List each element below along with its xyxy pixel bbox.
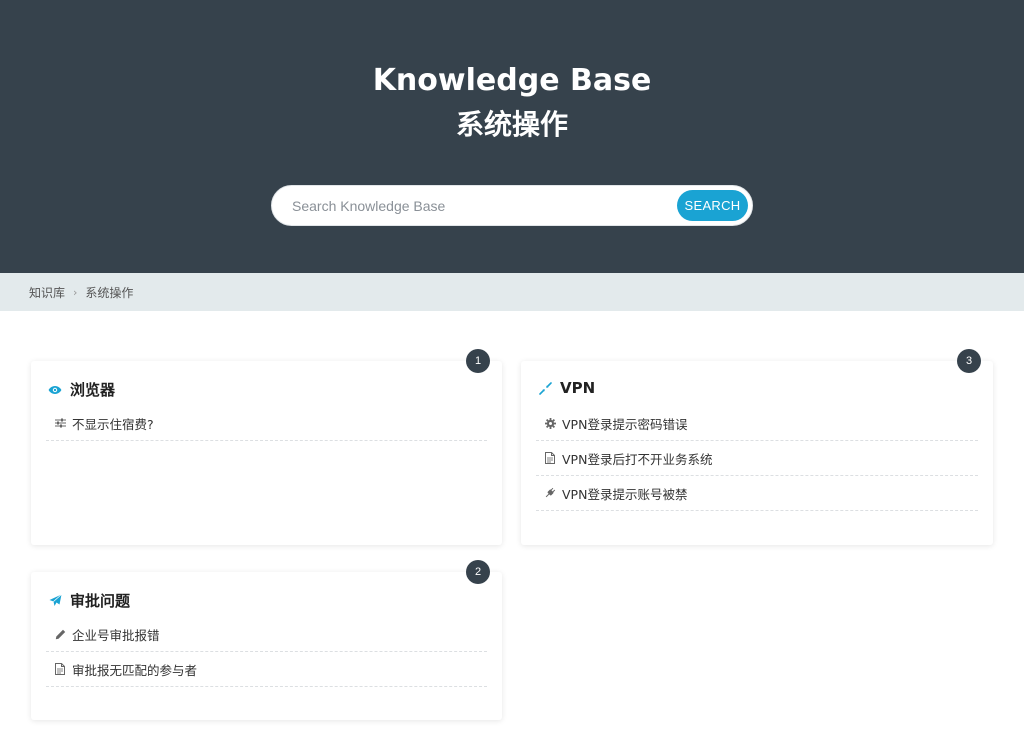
plug-icon — [544, 487, 556, 499]
search-input[interactable] — [292, 195, 672, 217]
article-title: VPN登录提示密码错误 — [562, 416, 688, 432]
article-title: 审批报无匹配的参与者 — [72, 662, 198, 678]
sliders-icon — [54, 417, 66, 429]
article-count-badge: 2 — [466, 560, 490, 584]
category-title-link[interactable]: VPN — [560, 379, 595, 397]
breadcrumb-root-link[interactable]: 知识库 — [29, 284, 65, 301]
article-title: VPN登录后打不开业务系统 — [562, 451, 713, 467]
article-item[interactable]: 企业号审批报错 — [46, 617, 487, 652]
article-item[interactable]: VPN登录后打不开业务系统 — [536, 441, 978, 476]
hero-banner: Knowledge Base 系统操作 SEARCH — [0, 0, 1024, 273]
page-title: Knowledge Base — [372, 63, 652, 98]
article-list: 不显示住宿费? — [46, 406, 487, 441]
eye-icon — [48, 383, 62, 397]
gear-icon — [544, 417, 556, 429]
category-card-vpn: 3 VPN VPN登录提示密码错误 VPN登录后打不开业务系统 VPN登录提示账… — [521, 349, 993, 545]
breadcrumb: 知识库 › 系统操作 — [0, 273, 1024, 311]
category-header: 浏览器 — [48, 379, 115, 400]
paper-plane-icon — [48, 594, 62, 608]
category-title-link[interactable]: 审批问题 — [70, 590, 130, 611]
article-item[interactable]: 审批报无匹配的参与者 — [46, 652, 487, 687]
article-count-badge: 3 — [957, 349, 981, 373]
article-list: VPN登录提示密码错误 VPN登录后打不开业务系统 VPN登录提示账号被禁 — [536, 406, 978, 511]
chevron-right-icon: › — [73, 285, 78, 299]
article-item[interactable]: VPN登录提示账号被禁 — [536, 476, 978, 511]
category-card-browser: 1 浏览器 不显示住宿费? — [31, 349, 502, 545]
article-title: 不显示住宿费? — [72, 416, 154, 432]
page-subtitle: 系统操作 — [455, 108, 568, 141]
pencil-icon — [54, 628, 66, 640]
breadcrumb-current: 系统操作 — [85, 285, 134, 300]
compress-arrows-icon — [538, 381, 552, 395]
category-header: VPN — [538, 379, 595, 397]
document-icon — [544, 452, 556, 464]
search-bar: SEARCH — [271, 185, 753, 226]
article-item[interactable]: 不显示住宿费? — [46, 406, 487, 441]
article-title: VPN登录提示账号被禁 — [562, 486, 688, 502]
category-card-approval: 2 审批问题 企业号审批报错 审批报无匹配的参与者 — [31, 560, 502, 720]
category-title-link[interactable]: 浏览器 — [70, 379, 115, 400]
document-icon — [54, 663, 66, 675]
article-list: 企业号审批报错 审批报无匹配的参与者 — [46, 617, 487, 687]
category-header: 审批问题 — [48, 590, 130, 611]
search-button[interactable]: SEARCH — [677, 190, 748, 221]
article-title: 企业号审批报错 — [72, 627, 160, 643]
article-item[interactable]: VPN登录提示密码错误 — [536, 406, 978, 441]
article-count-badge: 1 — [466, 349, 490, 373]
